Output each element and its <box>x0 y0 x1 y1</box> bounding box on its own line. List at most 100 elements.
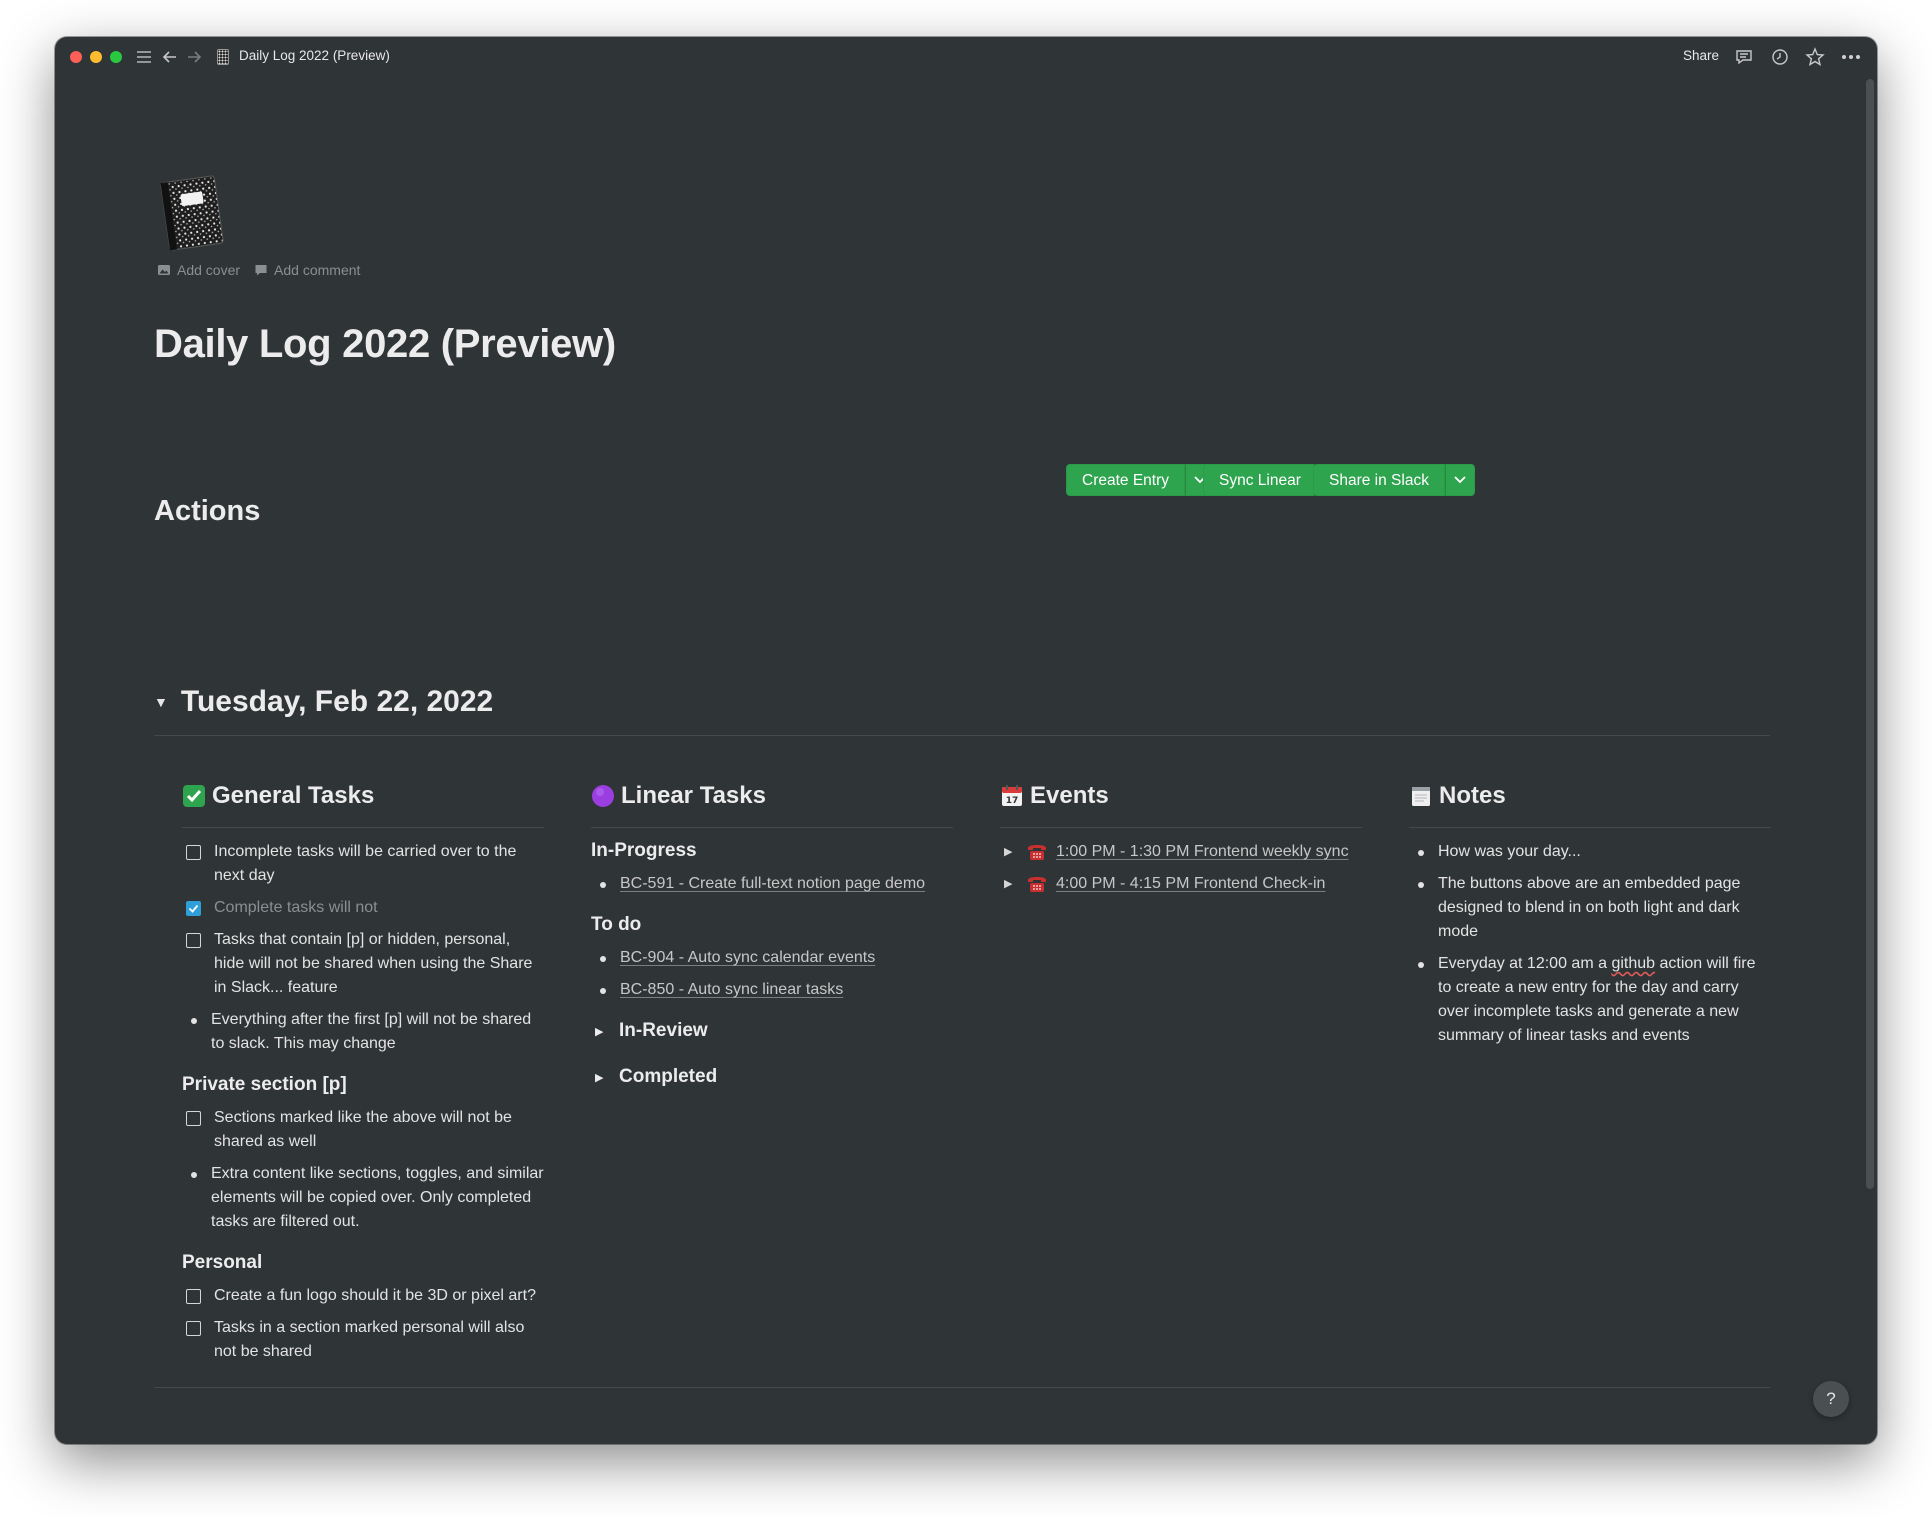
todo-text[interactable]: Incomplete tasks will be carried over to… <box>214 840 544 888</box>
zoom-window-button[interactable] <box>110 51 122 63</box>
sync-linear-button[interactable]: Sync Linear <box>1203 464 1317 496</box>
list-item-text[interactable]: The buttons above are an embedded page d… <box>1438 872 1771 944</box>
toggle-closed-icon[interactable]: ▶ <box>1004 872 1018 896</box>
list-item: BC-591 - Create full-text notion page de… <box>591 872 953 896</box>
toggle-closed-icon[interactable]: ▶ <box>595 1071 609 1084</box>
events-title: Events <box>1030 782 1109 809</box>
close-window-button[interactable] <box>70 51 82 63</box>
list-item: Everyday at 12:00 am a github action wil… <box>1409 952 1771 1048</box>
todo-checkbox[interactable] <box>186 1111 201 1126</box>
list-item-text[interactable]: Everyday at 12:00 am a github action wil… <box>1438 952 1771 1048</box>
bullet-icon <box>191 1172 197 1178</box>
event-toggle[interactable]: ▶ 4:00 PM - 4:15 PM Frontend Check-in <box>1000 872 1362 896</box>
toggle-closed-icon[interactable]: ▶ <box>1004 840 1018 864</box>
add-cover-label: Add cover <box>177 262 241 278</box>
purple-circle-emoji <box>591 784 615 808</box>
todo-checkbox[interactable] <box>186 933 201 948</box>
linear-tasks-heading[interactable]: Linear Tasks <box>591 779 953 813</box>
spellcheck-word: github <box>1611 955 1656 972</box>
bullet-icon <box>1418 962 1424 968</box>
minimize-window-button[interactable] <box>90 51 102 63</box>
list-item: How was your day... <box>1409 840 1771 864</box>
completed-toggle[interactable]: ▶ Completed <box>591 1066 953 1088</box>
date-toggle-heading[interactable]: ▼ Tuesday, Feb 22, 2022 <box>154 685 493 719</box>
star-icon[interactable] <box>1804 45 1826 69</box>
comment-icon[interactable] <box>1733 45 1755 69</box>
event-link[interactable]: 4:00 PM - 4:15 PM Frontend Check-in <box>1056 872 1325 896</box>
notes-heading[interactable]: Notes <box>1409 779 1771 813</box>
todo-checkbox[interactable] <box>186 1289 201 1304</box>
forward-arrow-icon[interactable] <box>183 45 205 69</box>
in-review-label: In-Review <box>619 1020 708 1041</box>
titlebar: Daily Log 2022 (Preview) Share <box>55 37 1877 77</box>
linear-issue-link[interactable]: BC-850 - Auto sync linear tasks <box>620 978 843 1002</box>
list-item: BC-850 - Auto sync linear tasks <box>591 978 953 1002</box>
todo-checkbox[interactable] <box>186 1321 201 1336</box>
general-tasks-heading[interactable]: General Tasks <box>182 779 544 813</box>
todo-item: Complete tasks will not <box>182 896 544 920</box>
bullet-icon <box>600 882 606 888</box>
calendar-emoji: 17 <box>1000 784 1024 808</box>
private-section-heading[interactable]: Private section [p] <box>182 1074 544 1096</box>
back-arrow-icon[interactable] <box>159 45 181 69</box>
list-item-text[interactable]: Everything after the first [p] will not … <box>211 1008 544 1056</box>
in-progress-heading[interactable]: In-Progress <box>591 840 953 862</box>
general-tasks-column: General Tasks Incomplete tasks will be c… <box>182 779 544 1372</box>
clock-icon[interactable] <box>1769 45 1791 69</box>
todo-item: Tasks in a section marked personal will … <box>182 1316 544 1364</box>
todo-text[interactable]: Sections marked like the above will not … <box>214 1106 544 1154</box>
event-toggle[interactable]: ▶ 1:00 PM - 1:30 PM Frontend weekly sync <box>1000 840 1362 864</box>
share-slack-dropdown[interactable] <box>1444 464 1475 496</box>
divider <box>1409 827 1771 828</box>
bullet-icon <box>1418 850 1424 856</box>
list-item: Everything after the first [p] will not … <box>182 1008 544 1056</box>
todo-item: Create a fun logo should it be 3D or pix… <box>182 1284 544 1308</box>
sync-linear-group: Sync Linear <box>1203 464 1317 496</box>
todo-item: Incomplete tasks will be carried over to… <box>182 840 544 888</box>
share-button[interactable]: Share <box>1683 48 1719 63</box>
list-item: BC-904 - Auto sync calendar events <box>591 946 953 970</box>
bullet-icon <box>600 956 606 962</box>
linear-issue-link[interactable]: BC-591 - Create full-text notion page de… <box>620 872 925 896</box>
events-heading[interactable]: 17 Events <box>1000 779 1362 813</box>
share-slack-group: Share in Slack <box>1313 464 1475 496</box>
divider <box>154 1387 1770 1388</box>
window-title[interactable]: Daily Log 2022 (Preview) <box>239 48 390 63</box>
personal-heading[interactable]: Personal <box>182 1252 544 1274</box>
todo-checkbox-checked[interactable] <box>186 901 201 916</box>
create-entry-button[interactable]: Create Entry <box>1066 464 1186 496</box>
todo-text[interactable]: Tasks in a section marked personal will … <box>214 1316 544 1364</box>
list-item-text[interactable]: How was your day... <box>1438 840 1581 864</box>
list-item: The buttons above are an embedded page d… <box>1409 872 1771 944</box>
actions-heading[interactable]: Actions <box>154 495 260 528</box>
add-comment-button[interactable]: Add comment <box>254 262 360 278</box>
list-item-text[interactable]: Extra content like sections, toggles, an… <box>211 1162 544 1234</box>
notes-title: Notes <box>1439 782 1506 809</box>
todo-checkbox[interactable] <box>186 845 201 860</box>
note-text-pre: Everyday at 12:00 am a <box>1438 955 1612 972</box>
page-title[interactable]: Daily Log 2022 (Preview) <box>154 322 616 367</box>
event-link[interactable]: 1:00 PM - 1:30 PM Frontend weekly sync <box>1056 840 1349 864</box>
todo-text[interactable]: Tasks that contain [p] or hidden, person… <box>214 928 544 1000</box>
divider <box>591 827 953 828</box>
telephone-icon <box>1026 841 1048 863</box>
image-icon <box>158 265 170 275</box>
todo-text[interactable]: Complete tasks will not <box>214 896 378 920</box>
share-slack-button[interactable]: Share in Slack <box>1313 464 1445 496</box>
toggle-open-icon[interactable]: ▼ <box>154 694 168 710</box>
sidebar-menu-icon[interactable] <box>133 45 155 69</box>
in-review-toggle[interactable]: ▶ In-Review <box>591 1020 953 1042</box>
todo-heading[interactable]: To do <box>591 914 953 936</box>
todo-text[interactable]: Create a fun logo should it be 3D or pix… <box>214 1284 536 1308</box>
page-notebook-icon[interactable] <box>158 173 225 252</box>
traffic-lights <box>70 51 122 63</box>
divider <box>154 735 1770 736</box>
help-button[interactable]: ? <box>1813 1381 1849 1417</box>
scrollbar[interactable] <box>1866 79 1874 1189</box>
linear-issue-link[interactable]: BC-904 - Auto sync calendar events <box>620 946 875 970</box>
events-column: 17 Events ▶ 1:00 PM - 1:30 PM Frontend w… <box>1000 779 1362 904</box>
toggle-closed-icon[interactable]: ▶ <box>595 1025 609 1038</box>
general-tasks-title: General Tasks <box>212 782 375 809</box>
add-cover-button[interactable]: Add cover <box>157 262 240 278</box>
more-icon[interactable] <box>1840 45 1862 69</box>
